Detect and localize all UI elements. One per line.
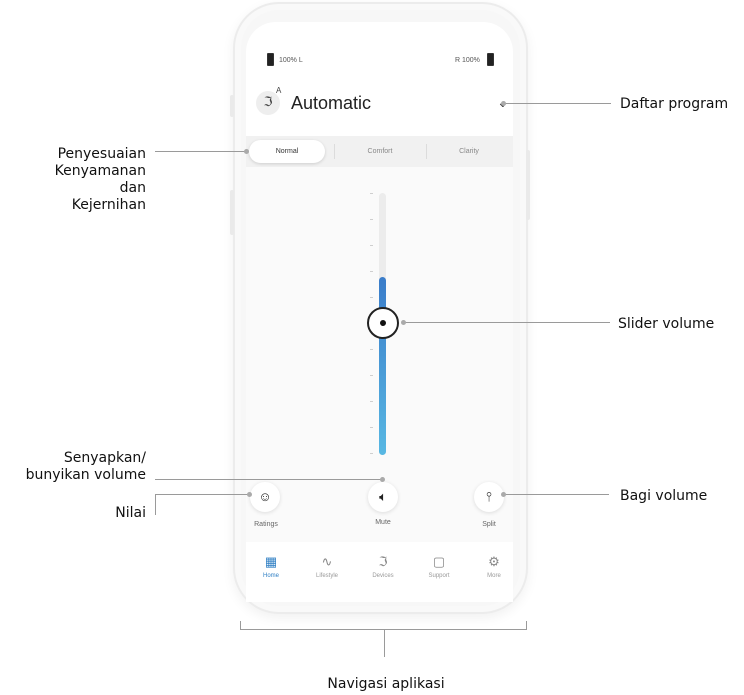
nav-devices-label: Devices [372, 573, 394, 579]
split-sliders-icon: ⫯ [486, 489, 492, 504]
knob-center-dot [380, 320, 386, 326]
right-battery-icon [487, 53, 494, 66]
mute-button[interactable]: 🔈︎ [368, 482, 398, 512]
callout-pin [380, 477, 385, 482]
left-battery-text: 100% L [279, 57, 303, 64]
callout-mute: Senyapkan/ bunyikan volume [6, 450, 146, 484]
left-battery-icon [267, 53, 274, 66]
callout-pin [501, 492, 506, 497]
hearing-aid-icon: ℑ [378, 554, 388, 569]
gear-icon: ⚙ [488, 554, 500, 569]
speaker-icon: 🔈︎ [379, 489, 387, 504]
callout-line [155, 151, 246, 152]
nav-more[interactable]: ⚙ More [472, 554, 516, 579]
callout-line [155, 494, 156, 515]
callout-pin [247, 492, 252, 497]
bottom-navigation: ▦ Home ∿ Lifestyle ℑ Devices ▢ Support ⚙… [246, 542, 513, 602]
volume-fill [379, 277, 386, 455]
callout-line [155, 494, 249, 495]
tab-clarity[interactable]: Clarity [428, 140, 510, 163]
nav-lifestyle-label: Lifestyle [315, 573, 338, 579]
volume-tick [370, 453, 373, 454]
callout-ratings: Nilai [115, 505, 146, 521]
callout-line [403, 322, 610, 323]
callout-comfort-clarity: Penyesuaian Kenyamanan dan Kejernihan [30, 146, 146, 214]
chat-icon: ▢ [432, 554, 446, 569]
split-button[interactable]: ⫯ [474, 482, 504, 512]
volume-slider-knob[interactable] [367, 307, 399, 339]
callout-mute-line1: Senyapkan/ [63, 450, 146, 466]
callout-bracket [240, 621, 241, 630]
phone-side-button [230, 95, 234, 117]
callout-program-list: Daftar program [620, 96, 729, 112]
callout-volume-slider: Slider volume [618, 316, 715, 332]
callout-comfort-clarity-line3: Kejernihan [71, 197, 146, 213]
callout-app-navigation: Navigasi aplikasi [327, 676, 445, 692]
phone-side-button [526, 150, 530, 220]
callout-comfort-clarity-line1: Penyesuaian [57, 146, 146, 162]
volume-tick [370, 401, 373, 402]
grid-icon: ▦ [264, 554, 278, 569]
callout-mute-line2: bunyikan volume [25, 467, 146, 483]
callout-line [384, 629, 385, 657]
callout-pin [501, 101, 506, 106]
nav-support[interactable]: ▢ Support [417, 554, 461, 579]
volume-tick [370, 245, 373, 246]
callout-pin [244, 149, 249, 154]
tab-divider [334, 144, 335, 159]
smiley-icon: ☺ [258, 489, 272, 504]
volume-tick [370, 349, 373, 350]
callout-line [503, 103, 611, 104]
nav-more-label: More [487, 573, 501, 579]
nav-home[interactable]: ▦ Home [249, 554, 293, 579]
callout-comfort-clarity-line2: Kenyamanan dan [54, 163, 146, 196]
program-icon-letter: A [276, 86, 282, 95]
nav-support-label: Support [428, 573, 450, 579]
volume-tick [370, 219, 373, 220]
nav-lifestyle[interactable]: ∿ Lifestyle [305, 554, 349, 579]
volume-tick [370, 297, 373, 298]
tab-normal[interactable]: Normal [249, 140, 325, 163]
callout-split-volume: Bagi volume [620, 488, 708, 504]
volume-tick [370, 193, 373, 194]
callout-bracket [526, 621, 527, 630]
volume-tick [370, 427, 373, 428]
nav-home-label: Home [262, 573, 279, 579]
tab-divider [426, 144, 427, 159]
callout-line [155, 479, 384, 480]
tab-comfort[interactable]: Comfort [336, 140, 424, 163]
comfort-clarity-tabs: Normal Comfort Clarity [246, 136, 513, 167]
callout-pin [401, 320, 406, 325]
ratings-label: Ratings [254, 521, 278, 528]
volume-tick [370, 271, 373, 272]
program-name[interactable]: Automatic [291, 93, 371, 114]
volume-tick [370, 375, 373, 376]
phone-side-button [230, 190, 234, 235]
ratings-button[interactable]: ☺ [250, 482, 280, 512]
mute-label: Mute [375, 519, 391, 526]
right-battery-text: R 100% [455, 57, 480, 64]
activity-icon: ∿ [321, 554, 333, 569]
callout-line [503, 494, 609, 495]
split-label: Split [482, 521, 496, 528]
nav-devices[interactable]: ℑ Devices [361, 554, 405, 579]
